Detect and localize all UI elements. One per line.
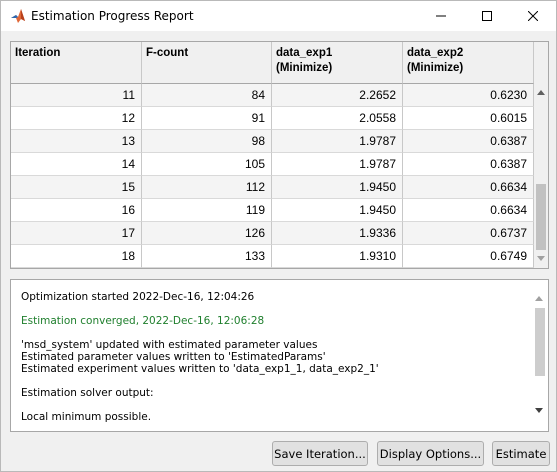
cell-data-exp1: 1.9787: [272, 130, 403, 153]
log-line-converged: Estimation converged, 2022-Dec-16, 12:06…: [21, 315, 265, 327]
column-header-data-exp2[interactable]: data_exp2 (Minimize): [403, 42, 534, 84]
cell-iteration: 16: [11, 199, 142, 222]
table-body: 11 84 2.2652 0.6230 12 91 2.0558 0.6015 13 98 1.97…: [11, 84, 534, 268]
title-bar[interactable]: Estimation Progress Report: [1, 1, 556, 31]
cell-f-count: 119: [142, 199, 272, 222]
cell-data-exp1: 1.9787: [272, 153, 403, 176]
cell-data-exp1: 2.0558: [272, 107, 403, 130]
cell-iteration: 13: [11, 130, 142, 153]
table-row[interactable]: 14 105 1.9787 0.6387: [11, 153, 534, 176]
log-line: Estimated parameter values written to 'E…: [21, 351, 326, 363]
cell-data-exp2: 0.6230: [403, 84, 534, 107]
log-text: Optimization started 2022-Dec-16, 12:04:…: [21, 291, 511, 423]
cell-data-exp2: 0.6634: [403, 176, 534, 199]
maximize-icon: [482, 11, 492, 21]
log-line: 'msd_system' updated with estimated para…: [21, 339, 318, 351]
cell-iteration: 17: [11, 222, 142, 245]
estimate-button[interactable]: Estimate: [492, 441, 550, 466]
minimize-button[interactable]: [418, 1, 464, 31]
table-row[interactable]: 11 84 2.2652 0.6230: [11, 84, 534, 107]
cell-data-exp2: 0.6634: [403, 199, 534, 222]
matlab-icon: [10, 8, 26, 24]
cell-data-exp2: 0.6749: [403, 245, 534, 268]
log-line: Local minimum possible.: [21, 411, 152, 423]
cell-iteration: 18: [11, 245, 142, 268]
table-row[interactable]: 12 91 2.0558 0.6015: [11, 107, 534, 130]
table-row[interactable]: 18 133 1.9310 0.6749: [11, 245, 534, 268]
cell-f-count: 105: [142, 153, 272, 176]
log-spacer: [21, 399, 511, 411]
cell-data-exp2: 0.6387: [403, 130, 534, 153]
column-header-data-exp1[interactable]: data_exp1 (Minimize): [272, 42, 403, 84]
display-options-button[interactable]: Display Options...: [377, 441, 484, 466]
log-spacer: [21, 375, 511, 387]
minimize-icon: [436, 15, 446, 17]
cell-f-count: 112: [142, 176, 272, 199]
close-button[interactable]: [510, 1, 556, 31]
cell-iteration: 15: [11, 176, 142, 199]
log-panel[interactable]: Optimization started 2022-Dec-16, 12:04:…: [10, 279, 549, 432]
window-title: Estimation Progress Report: [31, 9, 194, 23]
cell-data-exp1: 1.9450: [272, 199, 403, 222]
save-iteration-button[interactable]: Save Iteration...: [272, 441, 368, 466]
log-line: Estimation solver output:: [21, 387, 154, 399]
table-header: Iteration F-count data_exp1 (Minimize) d…: [11, 42, 548, 84]
cell-iteration: 11: [11, 84, 142, 107]
column-header-f-count[interactable]: F-count: [142, 42, 272, 84]
cell-iteration: 12: [11, 107, 142, 130]
column-header-iteration[interactable]: Iteration: [11, 42, 142, 84]
cell-data-exp1: 1.9310: [272, 245, 403, 268]
table-row[interactable]: 17 126 1.9336 0.6737: [11, 222, 534, 245]
estimation-progress-window: Estimation Progress Report Iteration F-c…: [0, 0, 557, 472]
cell-data-exp1: 1.9336: [272, 222, 403, 245]
log-line: Estimated experiment values written to '…: [21, 363, 379, 375]
cell-f-count: 91: [142, 107, 272, 130]
cell-data-exp2: 0.6387: [403, 153, 534, 176]
cell-data-exp2: 0.6015: [403, 107, 534, 130]
log-scrollbar[interactable]: [530, 280, 548, 431]
log-spacer: [21, 327, 511, 339]
table-scrollbar[interactable]: [534, 84, 548, 268]
scroll-thumb[interactable]: [535, 308, 545, 376]
table-row[interactable]: 16 119 1.9450 0.6634: [11, 199, 534, 222]
cell-data-exp2: 0.6737: [403, 222, 534, 245]
maximize-button[interactable]: [464, 1, 510, 31]
cell-data-exp1: 2.2652: [272, 84, 403, 107]
log-line: Optimization started 2022-Dec-16, 12:04:…: [21, 291, 255, 303]
iteration-table[interactable]: Iteration F-count data_exp1 (Minimize) d…: [10, 41, 549, 269]
cell-f-count: 84: [142, 84, 272, 107]
close-icon: [528, 11, 538, 21]
scroll-down-icon[interactable]: [537, 256, 545, 261]
cell-f-count: 126: [142, 222, 272, 245]
cell-f-count: 98: [142, 130, 272, 153]
table-row[interactable]: 13 98 1.9787 0.6387: [11, 130, 534, 153]
cell-data-exp1: 1.9450: [272, 176, 403, 199]
scroll-down-icon[interactable]: [535, 408, 543, 413]
cell-f-count: 133: [142, 245, 272, 268]
log-spacer: [21, 303, 511, 315]
table-row[interactable]: 15 112 1.9450 0.6634: [11, 176, 534, 199]
scroll-thumb[interactable]: [536, 184, 546, 250]
scroll-up-icon[interactable]: [537, 90, 545, 95]
cell-iteration: 14: [11, 153, 142, 176]
scroll-up-icon[interactable]: [535, 296, 543, 301]
